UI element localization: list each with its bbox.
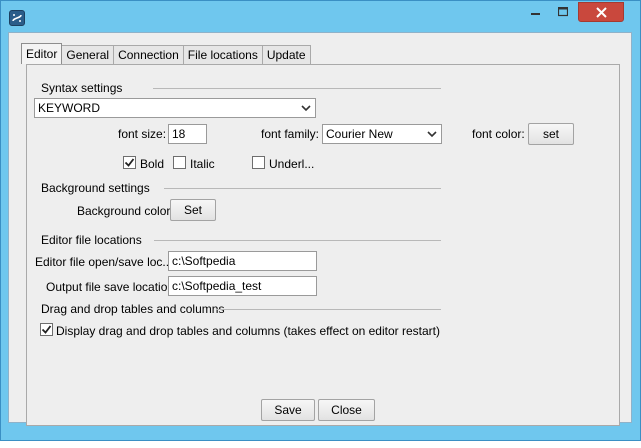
checkmark-icon <box>41 325 52 334</box>
font-family-dropdown[interactable]: Courier New <box>322 124 442 144</box>
maximize-icon <box>558 7 568 17</box>
save-button[interactable]: Save <box>261 399 315 421</box>
syntax-element-dropdown[interactable]: KEYWORD <box>34 98 316 118</box>
maximize-button[interactable] <box>550 2 576 22</box>
italic-label: Italic <box>190 157 215 171</box>
font-size-label: font size: <box>118 127 167 141</box>
background-settings-heading: Background settings <box>41 181 150 195</box>
dialog-client-area: Editor General Connection File locations… <box>8 32 632 426</box>
app-icon[interactable] <box>9 10 25 26</box>
bold-checkbox[interactable] <box>123 156 136 169</box>
font-size-input[interactable]: 18 <box>168 124 207 144</box>
italic-checkbox[interactable] <box>173 156 186 169</box>
tab-update[interactable]: Update <box>261 45 311 64</box>
editor-file-locations-heading: Editor file locations <box>41 233 142 247</box>
close-window-button[interactable] <box>578 2 624 22</box>
font-color-label: font color: <box>472 127 525 141</box>
bold-label: Bold <box>140 157 165 171</box>
drag-drop-checkbox[interactable] <box>40 323 53 336</box>
tab-strip: Editor General Connection File locations… <box>21 43 311 65</box>
tab-connection[interactable]: Connection <box>113 45 184 64</box>
background-color-set-button[interactable]: Set <box>170 199 216 221</box>
chevron-down-icon <box>427 131 437 138</box>
font-family-label: font family: <box>261 127 320 141</box>
chevron-down-icon <box>301 105 311 112</box>
tab-editor[interactable]: Editor <box>21 43 63 64</box>
close-button[interactable]: Close <box>318 399 375 421</box>
font-color-set-button[interactable]: set <box>528 123 574 145</box>
drag-drop-label: Display drag and drop tables and columns… <box>56 324 440 338</box>
open-save-location-label: Editor file open/save loc... <box>35 255 173 269</box>
open-save-location-input[interactable]: c:\Softpedia <box>168 251 317 271</box>
minimize-button[interactable] <box>523 2 549 22</box>
window-frame: Editor General Connection File locations… <box>0 0 641 441</box>
minimize-icon <box>531 13 540 15</box>
font-family-value: Courier New <box>326 127 393 141</box>
title-bar[interactable] <box>1 1 640 33</box>
syntax-element-value: KEYWORD <box>38 101 101 115</box>
tab-general[interactable]: General <box>61 45 115 64</box>
button-bar: Save Close <box>9 398 631 422</box>
section-divider <box>216 309 441 310</box>
close-icon <box>595 6 607 18</box>
section-divider <box>164 188 441 189</box>
syntax-settings-heading: Syntax settings <box>41 81 123 95</box>
tab-file-locations[interactable]: File locations <box>182 45 263 64</box>
editor-tab-panel: Syntax settings KEYWORD font size: 18 fo… <box>26 64 620 426</box>
underline-label: Underl... <box>269 157 315 171</box>
output-save-location-input[interactable]: c:\Softpedia_test <box>168 276 317 296</box>
section-divider <box>154 240 441 241</box>
output-save-location-label: Output file save location <box>46 280 175 294</box>
section-divider <box>153 88 441 89</box>
checkmark-icon <box>124 158 135 167</box>
underline-checkbox[interactable] <box>252 156 265 169</box>
drag-drop-heading: Drag and drop tables and columns <box>41 302 225 316</box>
background-color-label: Background color: <box>77 204 174 218</box>
